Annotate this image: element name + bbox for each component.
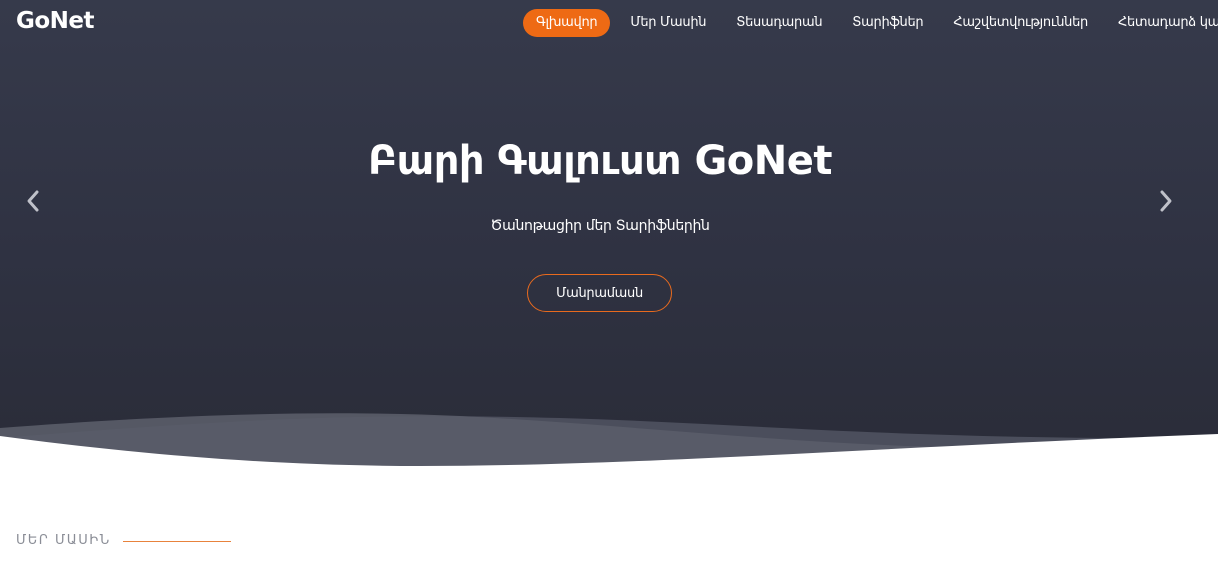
hero-title: Բարի Գալուստ GoNet xyxy=(368,138,832,184)
chevron-right-icon[interactable] xyxy=(1152,188,1178,214)
nav-item-tariffs[interactable]: Տարիֆներ xyxy=(837,9,938,37)
about-section-heading: ՄԵՐ ՄԱՍԻՆ xyxy=(16,533,231,548)
nav-item-about[interactable]: Մեր Մասին xyxy=(615,9,721,37)
chevron-left-icon[interactable] xyxy=(21,188,47,214)
section-title-divider xyxy=(122,541,231,542)
site-logo[interactable]: GoNet xyxy=(16,8,95,34)
hero-wave-divider xyxy=(0,413,1218,466)
nav-item-contact[interactable]: Հետադարձ կապ xyxy=(1103,9,1218,37)
about-section-title: ՄԵՐ ՄԱՍԻՆ xyxy=(16,533,111,548)
nav-item-reports[interactable]: Հաշվետվություններ xyxy=(938,9,1103,37)
nav-item-home[interactable]: Գլխավոր xyxy=(523,9,611,37)
nav-item-gallery[interactable]: Տեսադարան xyxy=(721,9,837,37)
details-button[interactable]: Մանրամասն xyxy=(527,274,672,312)
hero-slider: GoNet Գլխավոր Մեր Մասին Տեսադարան Տարիֆն… xyxy=(0,0,1218,466)
hero-subtitle: Ծանոթացիր մեր Տարիֆներին xyxy=(490,218,710,234)
main-nav: Գլխավոր Մեր Մասին Տեսադարան Տարիֆներ Հաշ… xyxy=(523,9,1218,37)
